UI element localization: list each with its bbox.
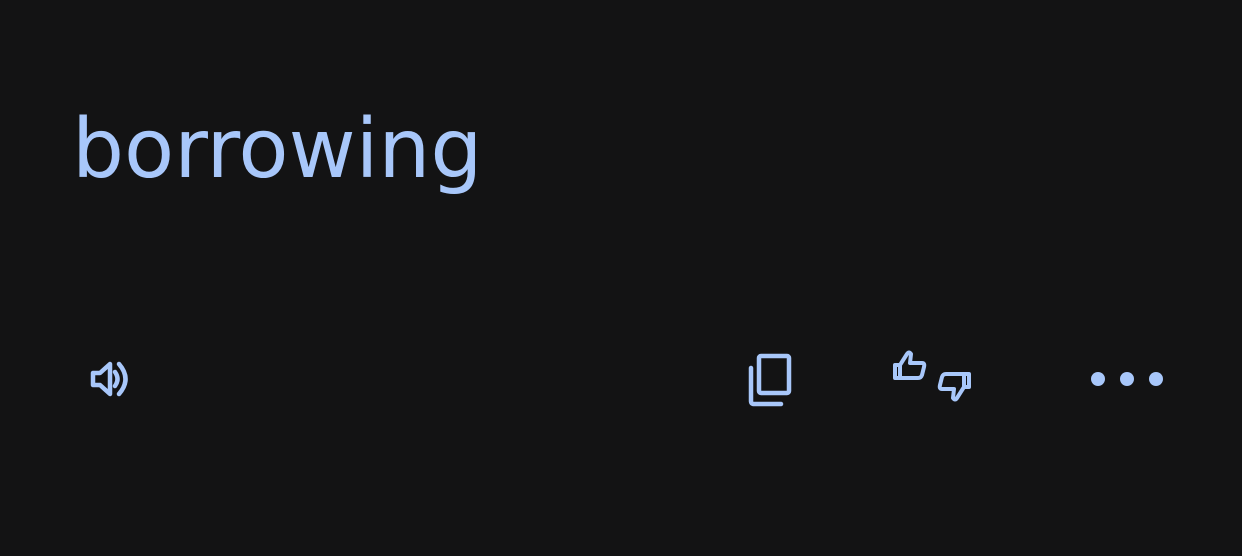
thumbs-feedback-icon bbox=[893, 350, 971, 402]
copy-icon bbox=[748, 353, 792, 407]
speaker-icon bbox=[90, 361, 128, 397]
more-options-button[interactable] bbox=[1085, 337, 1169, 421]
more-horiz-icon bbox=[1091, 372, 1163, 386]
translation-result-card: borrowing bbox=[0, 0, 1242, 556]
translation-text: borrowing bbox=[72, 102, 483, 197]
copy-button[interactable] bbox=[723, 337, 807, 421]
listen-button[interactable] bbox=[67, 337, 151, 421]
rate-translation-button[interactable] bbox=[889, 337, 973, 421]
